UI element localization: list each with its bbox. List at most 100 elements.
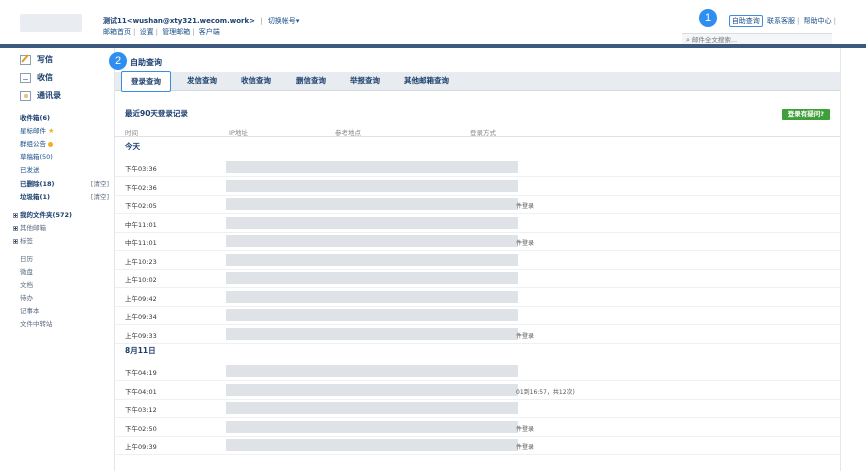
redacted-details xyxy=(226,253,518,266)
login-time: 上午09:34 xyxy=(125,313,157,321)
login-time: 下午04:01 xyxy=(125,387,157,396)
empty-deleted-link[interactable]: [清空] xyxy=(91,178,109,188)
header: 测试11<wushan@xty321.wecom.work> | 切换帐号▾ 邮… xyxy=(0,0,866,45)
login-time: 上午10:23 xyxy=(125,257,157,266)
login-time: 上午09:39 xyxy=(125,443,157,451)
table-row: 上午09:42 xyxy=(115,288,840,307)
redacted-details xyxy=(226,402,518,414)
table-row: 上午10:23 xyxy=(115,251,840,270)
table-row: 下午04:19 xyxy=(115,362,840,381)
login-question-button[interactable]: 登录有疑问? xyxy=(781,109,830,120)
sidebar: 写信 收信 通讯录 收件箱(6) 星标邮件 ★ 群组公告 草稿箱(50) 已发送… xyxy=(0,48,115,471)
expand-icon xyxy=(13,238,18,244)
tree-my-folders[interactable]: 我的文件夹(572) xyxy=(13,209,72,219)
empty-spam-link[interactable]: [清空] xyxy=(91,191,109,201)
login-time: 上午09:42 xyxy=(125,294,157,303)
login-time: 下午02:50 xyxy=(125,424,157,433)
redacted-details xyxy=(226,272,518,284)
redacted-details xyxy=(226,216,518,229)
login-time: 下午02:05 xyxy=(125,202,157,210)
search-input[interactable] xyxy=(691,36,802,44)
scrollbar-track[interactable] xyxy=(840,48,841,471)
sidebar-item-drafts[interactable]: 草稿箱(50) xyxy=(20,151,53,161)
login-time: 下午02:36 xyxy=(125,183,157,192)
redacted-details xyxy=(226,383,518,396)
sublinks: 邮箱首页 | 设置 | 管理邮箱 | 客户端 xyxy=(103,28,220,36)
sidebar-item-sent[interactable]: 已发送 xyxy=(20,164,40,174)
sidebar-item-inbox[interactable]: 收件箱(6) xyxy=(20,112,50,122)
login-time: 下午03:12 xyxy=(125,406,157,414)
table-row: 中午11:01 xyxy=(115,214,840,233)
main-panel: 自助查询 2 登录查询 发信查询 收信查询 删信查询 举报查询 其他邮箱查询 最… xyxy=(109,48,866,471)
table-row: 中午11:01 件登录 xyxy=(115,232,840,251)
search-icon: ⌕ xyxy=(686,36,690,44)
sidebar-item-docs[interactable]: 文档 xyxy=(20,279,33,289)
table-row: 下午02:50 件登录 xyxy=(115,418,840,437)
table-row: 下午04:01 01到16:57，共12次) xyxy=(115,381,840,400)
tree-tags[interactable]: 标签 xyxy=(13,235,33,245)
redacted-details xyxy=(226,179,518,192)
redacted-details xyxy=(226,420,518,433)
sidebar-item-starred[interactable]: 星标邮件 ★ xyxy=(20,125,54,135)
login-time: 上午09:33 xyxy=(125,331,157,340)
contacts-button[interactable]: 通讯录 xyxy=(20,90,61,101)
receive-mail-button[interactable]: 收信 xyxy=(20,72,53,83)
login-time: 下午04:19 xyxy=(125,369,157,377)
sidebar-item-todo[interactable]: 待办 xyxy=(20,292,33,302)
admin-link[interactable]: 管理邮箱 xyxy=(162,28,190,36)
page-title: 自助查询 xyxy=(130,58,162,67)
contact-support-link[interactable]: 联系客服 xyxy=(765,17,797,25)
table-row: 上午10:02 xyxy=(115,269,840,288)
table-row: 下午03:12 xyxy=(115,399,840,418)
self-query-link[interactable]: 自助查询 xyxy=(728,15,763,27)
table-row: 上午09:34 xyxy=(115,306,840,325)
redacted-details xyxy=(226,439,518,451)
login-method-text: 件登录 xyxy=(516,203,535,210)
login-method-text: 件登录 xyxy=(516,444,535,451)
tree-other-mailboxes[interactable]: 其他邮箱 xyxy=(13,222,46,232)
login-method-text: 件登录 xyxy=(516,240,535,247)
tab-receive-query[interactable]: 收信查询 xyxy=(241,75,271,86)
step-marker-1: 1 xyxy=(699,9,717,27)
write-mail-button[interactable]: 写信 xyxy=(20,54,53,65)
sidebar-item-spam[interactable]: 垃圾箱(1) xyxy=(20,191,50,201)
top-links: 自助查询 联系客服 | 帮助中心 | xyxy=(728,15,836,27)
home-link[interactable]: 邮箱首页 xyxy=(103,28,131,36)
login-method-text: 件登录 xyxy=(516,332,535,340)
table-row: 下午03:36 xyxy=(115,158,840,177)
sidebar-item-deleted[interactable]: 已删除(18) xyxy=(20,178,55,188)
client-link[interactable]: 客户端 xyxy=(199,28,220,36)
table-row: 下午02:36 xyxy=(115,177,840,196)
date-group-label: 今天 xyxy=(125,142,140,151)
switch-account-link[interactable]: 切换帐号▾ xyxy=(268,17,300,25)
sidebar-item-calendar[interactable]: 日历 xyxy=(20,253,33,263)
redacted-details xyxy=(226,309,518,321)
tab-send-query[interactable]: 发信查询 xyxy=(187,75,217,86)
tab-other-mailbox-query[interactable]: 其他邮箱查询 xyxy=(404,75,449,86)
expand-icon xyxy=(13,212,18,218)
expand-icon xyxy=(13,225,18,231)
sidebar-item-file-transfer[interactable]: 文件中转站 xyxy=(20,318,53,328)
contacts-icon xyxy=(20,90,31,101)
tab-delete-query[interactable]: 删信查询 xyxy=(296,75,326,86)
section-title: 最近90天登录记录 xyxy=(125,109,188,118)
help-center-link[interactable]: 帮助中心 xyxy=(802,17,834,25)
redacted-details xyxy=(226,365,518,377)
account-info: 测试11<wushan@xty321.wecom.work> | 切换帐号▾ xyxy=(103,17,300,25)
tab-login-query[interactable]: 登录查询 xyxy=(121,71,171,92)
login-method-text: 件登录 xyxy=(516,425,535,433)
redacted-details xyxy=(226,198,518,210)
sidebar-item-drive[interactable]: 微盘 xyxy=(20,266,33,276)
table-row: 下午02:05 件登录 xyxy=(115,195,840,214)
tab-report-query[interactable]: 举报查询 xyxy=(350,75,380,86)
settings-link[interactable]: 设置 xyxy=(140,28,154,36)
notice-dot-icon xyxy=(48,141,53,147)
header-separator xyxy=(115,136,840,137)
login-time: 上午10:02 xyxy=(125,276,157,284)
pencil-icon xyxy=(20,54,31,65)
company-logo xyxy=(20,14,82,32)
table-row: 上午09:33 件登录 xyxy=(115,325,840,344)
sidebar-item-group-notice[interactable]: 群组公告 xyxy=(20,138,53,148)
sidebar-item-notes[interactable]: 记事本 xyxy=(20,305,40,315)
login-time: 中午11:01 xyxy=(125,220,157,229)
